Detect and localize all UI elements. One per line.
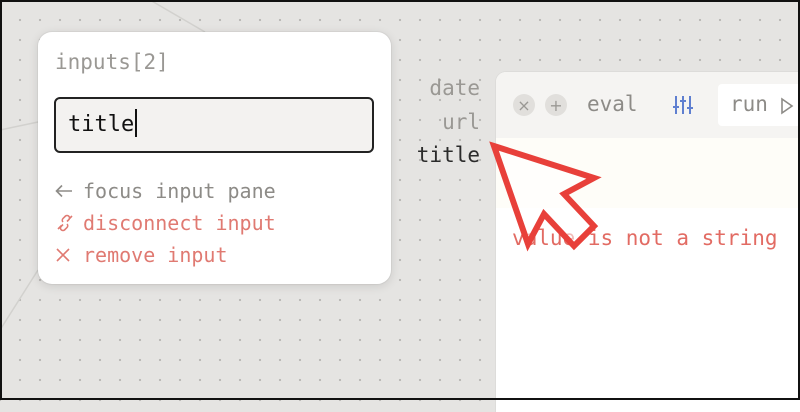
disconnect-input-item[interactable]: disconnect input — [55, 207, 276, 239]
input-name-field[interactable]: title — [54, 97, 374, 153]
focus-input-pane-label: focus input pane — [83, 179, 276, 203]
input-name-value: title — [68, 112, 135, 137]
annotation-cursor-arrow — [489, 141, 602, 252]
popup-title: inputs[2] — [55, 50, 169, 74]
play-icon — [780, 97, 794, 119]
input-popup: inputs[2] title focus input pane disconn… — [38, 32, 391, 284]
unlink-icon — [55, 214, 83, 232]
remove-input-label: remove input — [83, 243, 228, 267]
sliders-icon — [673, 96, 693, 114]
input-port-title[interactable]: title — [380, 143, 480, 167]
input-menu: focus input pane disconnect input remove… — [55, 175, 276, 271]
plus-icon: + — [549, 95, 563, 115]
input-port-date[interactable]: date — [380, 76, 480, 100]
add-input-button[interactable]: + — [545, 94, 567, 116]
focus-input-pane-item[interactable]: focus input pane — [55, 175, 276, 207]
disconnect-input-label: disconnect input — [83, 211, 276, 235]
close-icon: × — [517, 95, 531, 115]
arrow-left-icon — [55, 184, 83, 198]
settings-sliders-button[interactable] — [672, 94, 694, 120]
node-toolbar: × + eval run — [496, 72, 800, 138]
run-label: run — [730, 92, 768, 116]
close-icon — [55, 247, 83, 263]
eval-button[interactable]: eval — [587, 92, 638, 116]
text-caret — [135, 109, 138, 137]
run-button[interactable]: run — [718, 84, 800, 126]
input-port-url[interactable]: url — [380, 110, 480, 134]
remove-input-item[interactable]: remove input — [55, 239, 276, 271]
close-node-button[interactable]: × — [513, 94, 535, 116]
